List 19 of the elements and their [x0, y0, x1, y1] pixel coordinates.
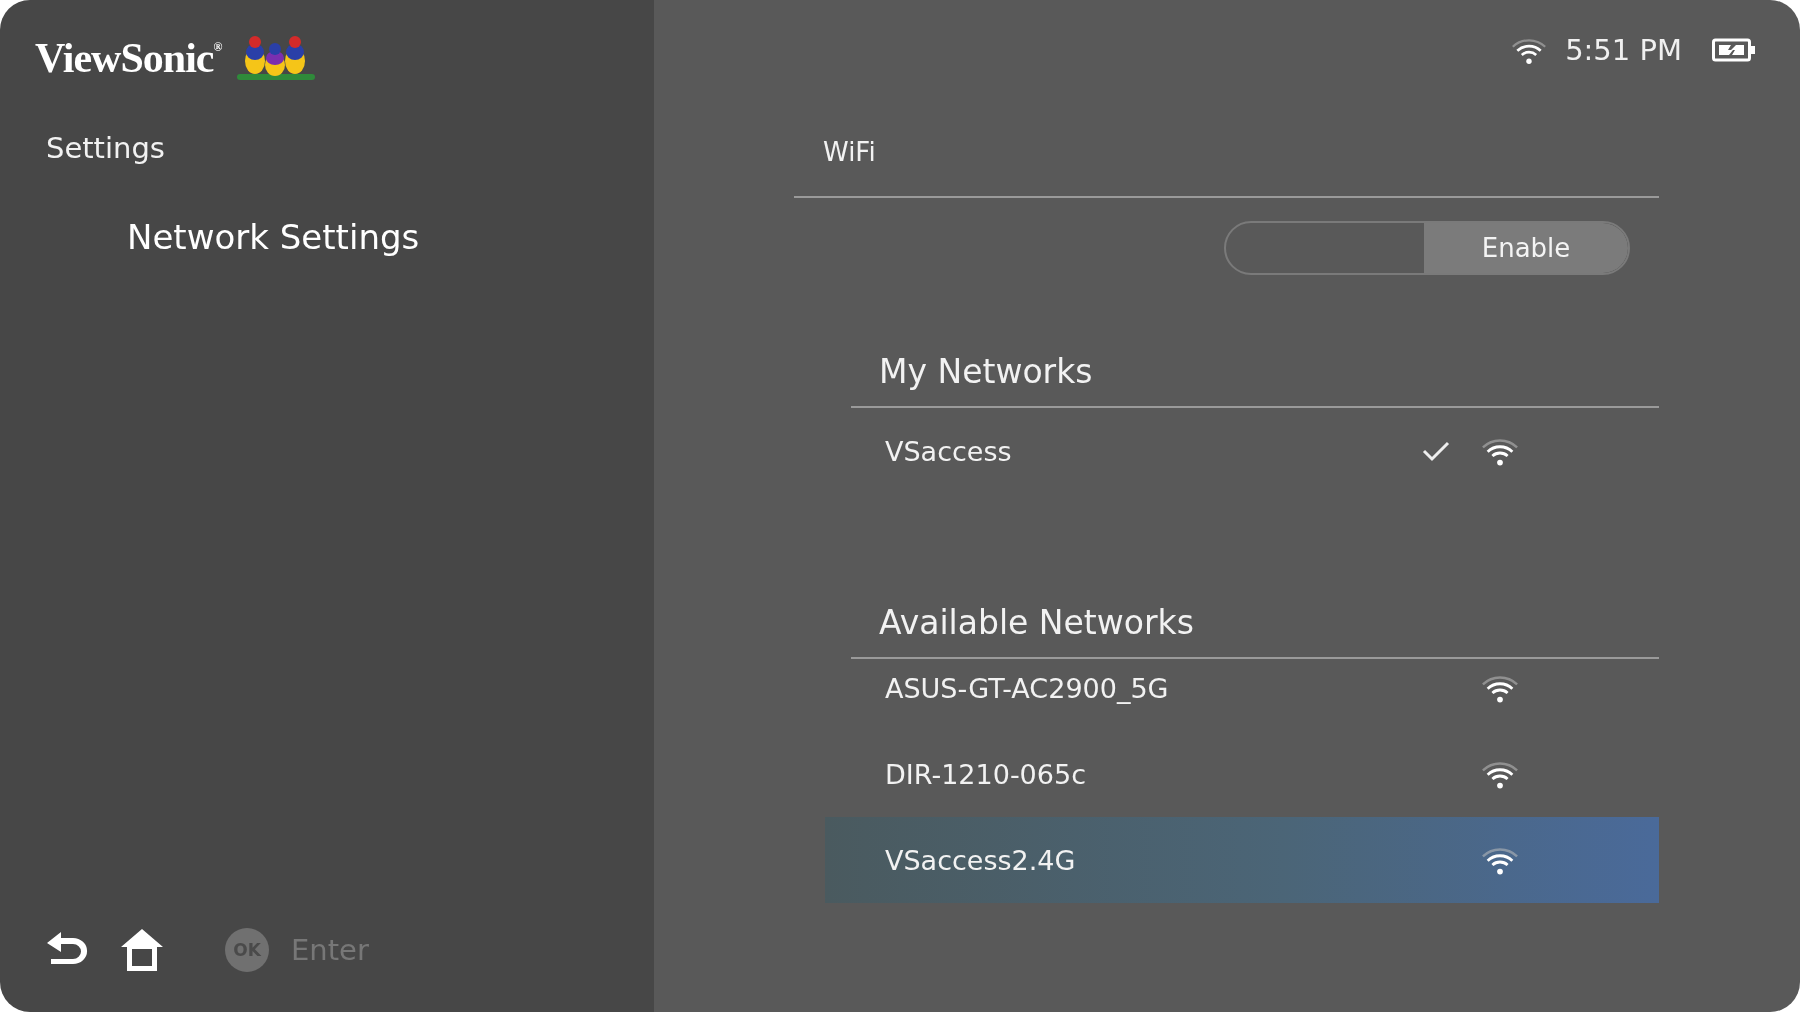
- page-title: WiFi: [823, 137, 876, 167]
- network-name: DIR-1210-065c: [885, 758, 1087, 790]
- network-name: ASUS-GT-AC2900_5G: [885, 672, 1170, 704]
- section-heading: Available Networks: [879, 602, 1194, 642]
- network-row[interactable]: ASUS-GT-AC2900_5G: [825, 645, 1659, 731]
- clock: 5:51 PM: [1565, 33, 1682, 67]
- network-row[interactable]: DIR-1210-065c: [825, 731, 1659, 817]
- section-heading: My Networks: [879, 351, 1093, 391]
- network-name: VSaccess2.4G: [885, 844, 1077, 876]
- wifi-toggle[interactable]: Enable: [1224, 221, 1630, 275]
- menu-item[interactable]: Network Settings: [0, 217, 654, 257]
- parrots-logo-icon: [235, 33, 318, 83]
- brand-logo: ViewSonic$^{®}$: [35, 34, 222, 82]
- home-icon[interactable]: [119, 927, 165, 973]
- network-name: VSaccess: [885, 435, 1013, 467]
- battery-icon: [1712, 38, 1756, 62]
- network-row[interactable]: VSaccess: [825, 408, 1659, 494]
- selected-network-row[interactable]: VSaccess2.4G: [825, 817, 1659, 903]
- settings-title: Settings: [45, 131, 166, 165]
